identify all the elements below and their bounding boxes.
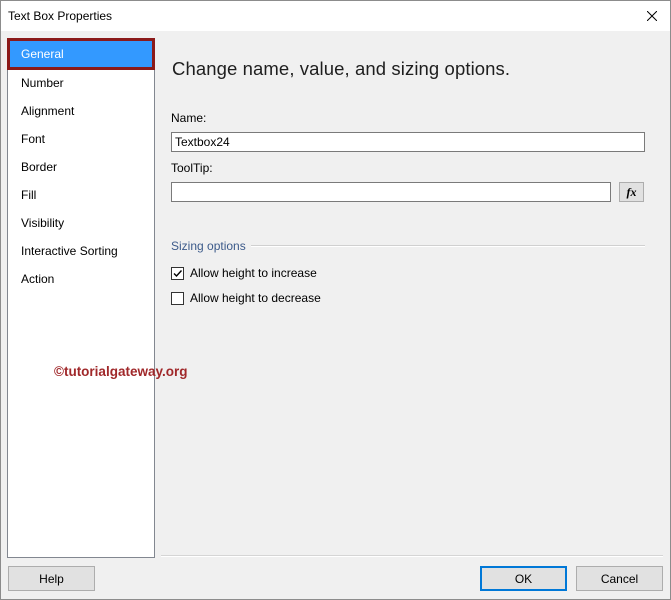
text-box-properties-dialog: Text Box Properties General Number Align… bbox=[0, 0, 671, 600]
allow-height-decrease-option[interactable]: Allow height to decrease bbox=[171, 290, 321, 306]
watermark-text: ©tutorialgateway.org bbox=[54, 364, 188, 379]
function-icon: fx bbox=[626, 184, 637, 199]
allow-height-increase-option[interactable]: Allow height to increase bbox=[171, 265, 317, 281]
tooltip-input[interactable] bbox=[171, 182, 611, 202]
title-bar: Text Box Properties bbox=[1, 1, 670, 31]
page-heading: Change name, value, and sizing options. bbox=[172, 58, 511, 79]
sizing-options-divider bbox=[251, 245, 645, 247]
close-icon bbox=[647, 11, 657, 21]
help-button[interactable]: Help bbox=[8, 566, 95, 591]
name-label: Name: bbox=[171, 111, 207, 125]
nav-item-visibility[interactable]: Visibility bbox=[10, 211, 152, 235]
allow-height-decrease-checkbox[interactable] bbox=[171, 291, 184, 305]
nav-item-number[interactable]: Number bbox=[10, 71, 152, 95]
nav-item-border[interactable]: Border bbox=[10, 155, 152, 179]
ok-button[interactable]: OK bbox=[480, 566, 567, 591]
category-list: General Number Alignment Font Border Fil… bbox=[7, 38, 155, 558]
checkmark-icon bbox=[173, 269, 183, 277]
allow-height-decrease-label: Allow height to decrease bbox=[190, 291, 321, 305]
allow-height-increase-checkbox[interactable] bbox=[171, 266, 184, 280]
allow-height-increase-label: Allow height to increase bbox=[190, 266, 317, 280]
nav-item-font[interactable]: Font bbox=[10, 127, 152, 151]
nav-item-alignment[interactable]: Alignment bbox=[10, 99, 152, 123]
nav-item-general[interactable]: General bbox=[7, 38, 155, 70]
name-input[interactable] bbox=[171, 132, 645, 152]
cancel-button[interactable]: Cancel bbox=[576, 566, 663, 591]
tooltip-expression-button[interactable]: fx bbox=[619, 182, 644, 202]
tooltip-label: ToolTip: bbox=[171, 161, 213, 175]
close-button[interactable] bbox=[640, 5, 664, 27]
nav-item-fill[interactable]: Fill bbox=[10, 183, 152, 207]
dialog-title: Text Box Properties bbox=[8, 9, 113, 23]
sizing-options-title: Sizing options bbox=[171, 239, 246, 253]
nav-item-interactive-sorting[interactable]: Interactive Sorting bbox=[10, 239, 152, 263]
footer-divider bbox=[161, 555, 663, 557]
nav-item-action[interactable]: Action bbox=[10, 267, 152, 291]
